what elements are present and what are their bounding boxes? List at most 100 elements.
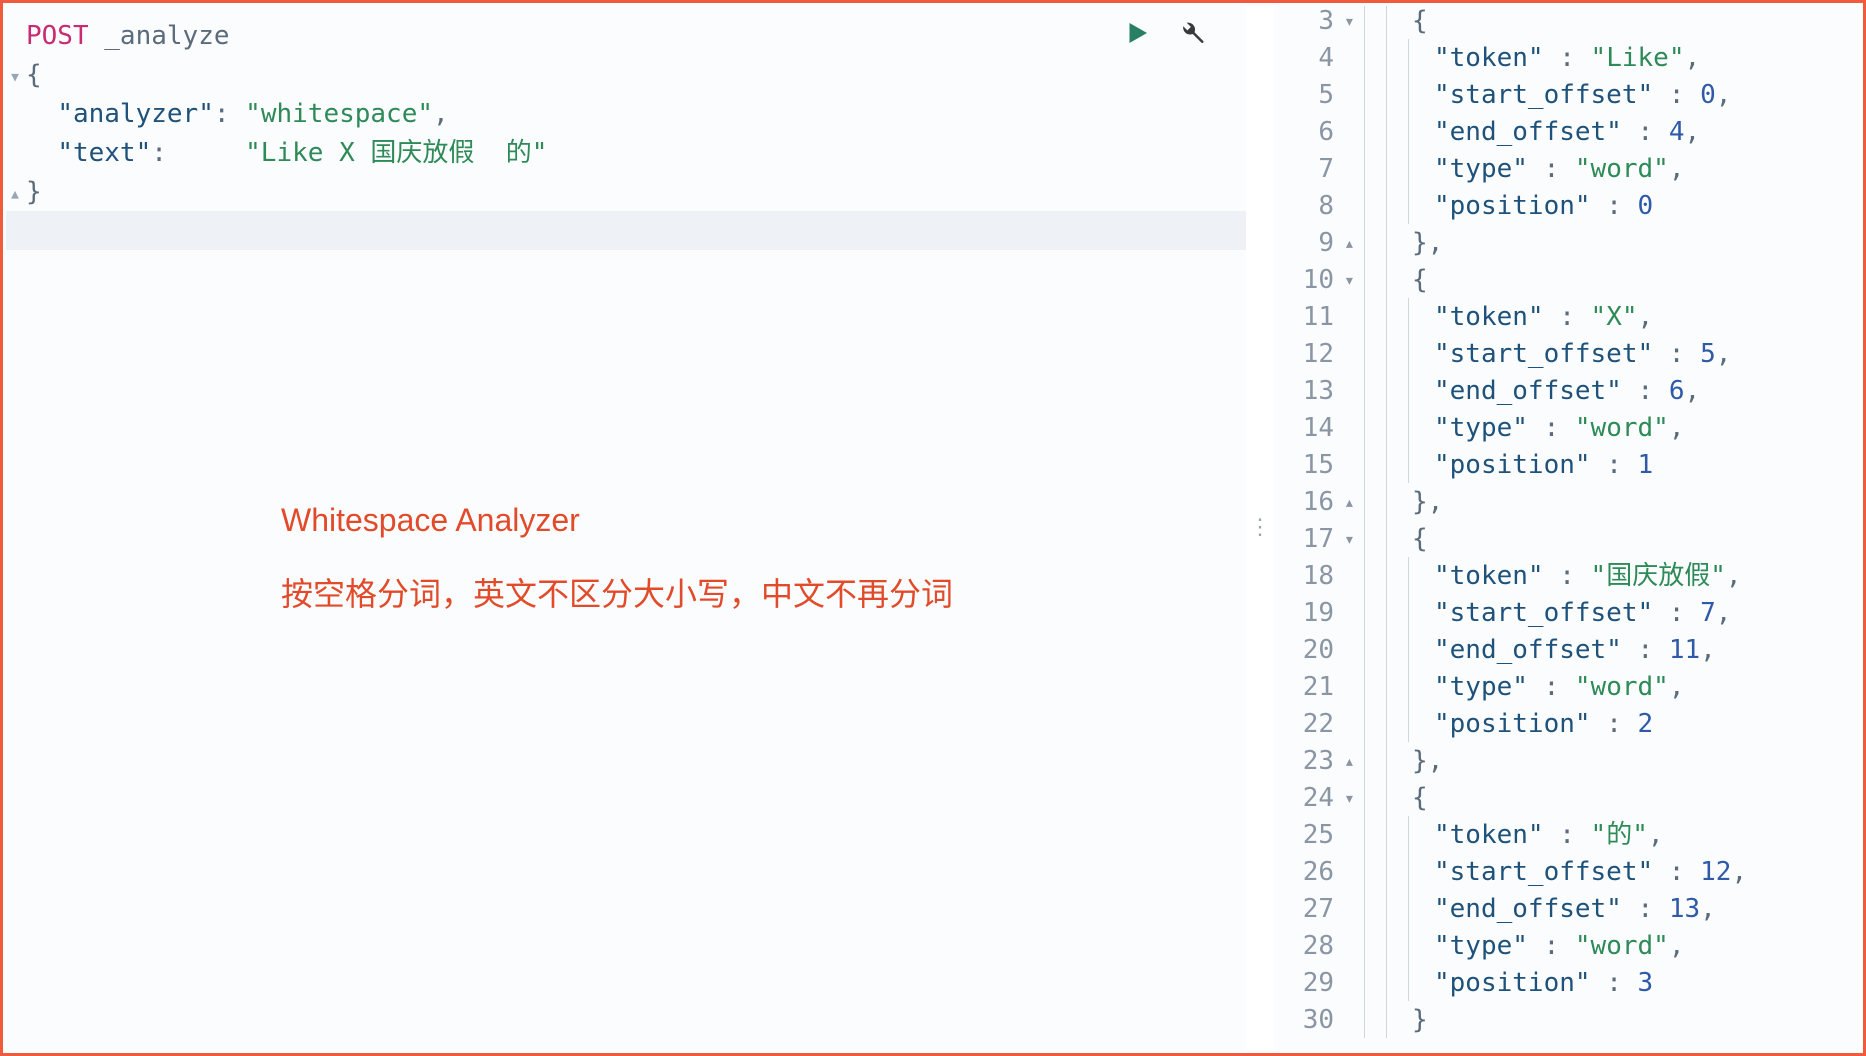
fold-gutter[interactable]: ▴ (1344, 742, 1364, 780)
line-number: 8 (1274, 188, 1344, 224)
fold-gutter[interactable]: ▾ (1344, 261, 1364, 299)
fold-gutter (6, 229, 24, 232)
indent-guide (1408, 853, 1430, 890)
indent-guide (1386, 76, 1408, 113)
indent-guide (1364, 446, 1386, 483)
fold-gutter (1344, 205, 1364, 207)
response-pane[interactable]: 3▾{4 "token" : "Like",5"start_offset" : 0… (1274, 6, 1860, 1050)
line-number: 4 (1274, 40, 1344, 76)
response-line[interactable]: 24▾{ (1274, 779, 1860, 816)
code-text: "end_offset" : 4, (1430, 114, 1700, 150)
request-editor[interactable]: POST _analyze▾{ "analyzer": "whitespace"… (6, 6, 1246, 250)
annotation-title: Whitespace Analyzer (281, 496, 953, 544)
request-line[interactable]: "text": "Like X 国庆放假 的" (6, 133, 1246, 172)
line-number: 12 (1274, 336, 1344, 372)
response-line[interactable]: 9▴}, (1274, 224, 1860, 261)
indent-guide (1364, 779, 1386, 816)
response-line[interactable]: 30} (1274, 1001, 1860, 1038)
code-text: "type" : "word", (1430, 669, 1684, 705)
indent-guide (1386, 39, 1408, 76)
fold-gutter[interactable]: ▴ (6, 172, 24, 211)
response-line[interactable]: 23▴}, (1274, 742, 1860, 779)
response-line[interactable]: 3▾{ (1274, 6, 1860, 39)
code-text: "start_offset" : 12, (1430, 854, 1747, 890)
indent-guide (1364, 261, 1386, 298)
code-text: "start_offset" : 7, (1430, 595, 1731, 631)
fold-gutter[interactable]: ▾ (6, 55, 24, 94)
code-text: "token" : "Like", (1430, 40, 1700, 76)
fold-gutter (1344, 94, 1364, 96)
indent-guide (1364, 1001, 1386, 1038)
indent-guide (1386, 520, 1408, 557)
indent-guide (1364, 742, 1386, 779)
response-viewer[interactable]: 3▾{4 "token" : "Like",5"start_offset" : 0… (1274, 6, 1860, 1038)
code-text: "start_offset" : 0, (1430, 77, 1731, 113)
response-line[interactable]: 11"token" : "X", (1274, 298, 1860, 335)
response-line[interactable]: 6"end_offset" : 4, (1274, 113, 1860, 150)
run-button[interactable] (1122, 18, 1152, 58)
fold-gutter (6, 34, 24, 37)
response-line[interactable]: 17▾{ (1274, 520, 1860, 557)
line-number: 28 (1274, 928, 1344, 964)
code-text: } (24, 174, 42, 210)
fold-gutter (1344, 575, 1364, 577)
request-line[interactable] (6, 211, 1246, 250)
response-line[interactable]: 7 "type" : "word", (1274, 150, 1860, 187)
response-line[interactable]: 5"start_offset" : 0, (1274, 76, 1860, 113)
indent-guide (1408, 409, 1430, 446)
response-line[interactable]: 14"type" : "word", (1274, 409, 1860, 446)
indent-guide (1364, 853, 1386, 890)
indent-guide (1408, 631, 1430, 668)
indent-guide (1386, 557, 1408, 594)
response-line[interactable]: 16▴}, (1274, 483, 1860, 520)
fold-gutter[interactable]: ▾ (1344, 520, 1364, 558)
line-number: 11 (1274, 299, 1344, 335)
response-line[interactable]: 4 "token" : "Like", (1274, 39, 1860, 76)
fold-gutter[interactable]: ▴ (1344, 483, 1364, 521)
code-text: "type" : "word", (1430, 151, 1684, 187)
response-line[interactable]: 20"end_offset" : 11, (1274, 631, 1860, 668)
indent-guide (1386, 187, 1408, 224)
response-line[interactable]: 29"position" : 3 (1274, 964, 1860, 1001)
request-line[interactable]: POST _analyze (6, 16, 1246, 55)
app-frame: POST _analyze▾{ "analyzer": "whitespace"… (0, 0, 1866, 1056)
response-line[interactable]: 12 "start_offset" : 5, (1274, 335, 1860, 372)
response-line[interactable]: 25"token" : "的", (1274, 816, 1860, 853)
code-text: "end_offset" : 6, (1430, 373, 1700, 409)
line-number: 7 (1274, 151, 1344, 187)
response-line[interactable]: 13"end_offset" : 6, (1274, 372, 1860, 409)
settings-button[interactable] (1176, 18, 1206, 58)
code-text: "start_offset" : 5, (1430, 336, 1731, 372)
fold-gutter (1344, 1019, 1364, 1021)
request-line[interactable]: ▾{ (6, 55, 1246, 94)
response-line[interactable]: 10▾{ (1274, 261, 1860, 298)
request-pane[interactable]: POST _analyze▾{ "analyzer": "whitespace"… (6, 6, 1246, 1050)
response-line[interactable]: 28 "type" : "word", (1274, 927, 1860, 964)
fold-gutter[interactable]: ▴ (1344, 224, 1364, 262)
indent-guide (1386, 150, 1408, 187)
indent-guide (1364, 187, 1386, 224)
response-line[interactable]: 8 "position" : 0 (1274, 187, 1860, 224)
annotation-overlay: Whitespace Analyzer 按空格分词，英文不区分大小写，中文不再分… (281, 496, 953, 644)
code-text: "end_offset" : 13, (1430, 891, 1716, 927)
line-number: 18 (1274, 558, 1344, 594)
indent-guide (1364, 594, 1386, 631)
fold-gutter[interactable]: ▾ (1344, 779, 1364, 817)
response-line[interactable]: 21"type" : "word", (1274, 668, 1860, 705)
response-line[interactable]: 18"token" : "国庆放假", (1274, 557, 1860, 594)
fold-gutter[interactable]: ▾ (1344, 6, 1364, 40)
response-line[interactable]: 15"position" : 1 (1274, 446, 1860, 483)
line-number: 16 (1274, 484, 1344, 520)
response-line[interactable]: 19"start_offset" : 7, (1274, 594, 1860, 631)
code-text: "position" : 0 (1430, 188, 1653, 224)
indent-guide (1386, 335, 1408, 372)
split-view: POST _analyze▾{ "analyzer": "whitespace"… (6, 6, 1860, 1050)
response-line[interactable]: 26"start_offset" : 12, (1274, 853, 1860, 890)
response-line[interactable]: 27"end_offset" : 13, (1274, 890, 1860, 927)
request-line[interactable]: "analyzer": "whitespace", (6, 94, 1246, 133)
indent-guide (1364, 113, 1386, 150)
response-line[interactable]: 22"position" : 2 (1274, 705, 1860, 742)
request-line[interactable]: ▴} (6, 172, 1246, 211)
code-text: "type" : "word", (1430, 928, 1684, 964)
pane-divider[interactable]: ⋮ (1246, 6, 1274, 1050)
